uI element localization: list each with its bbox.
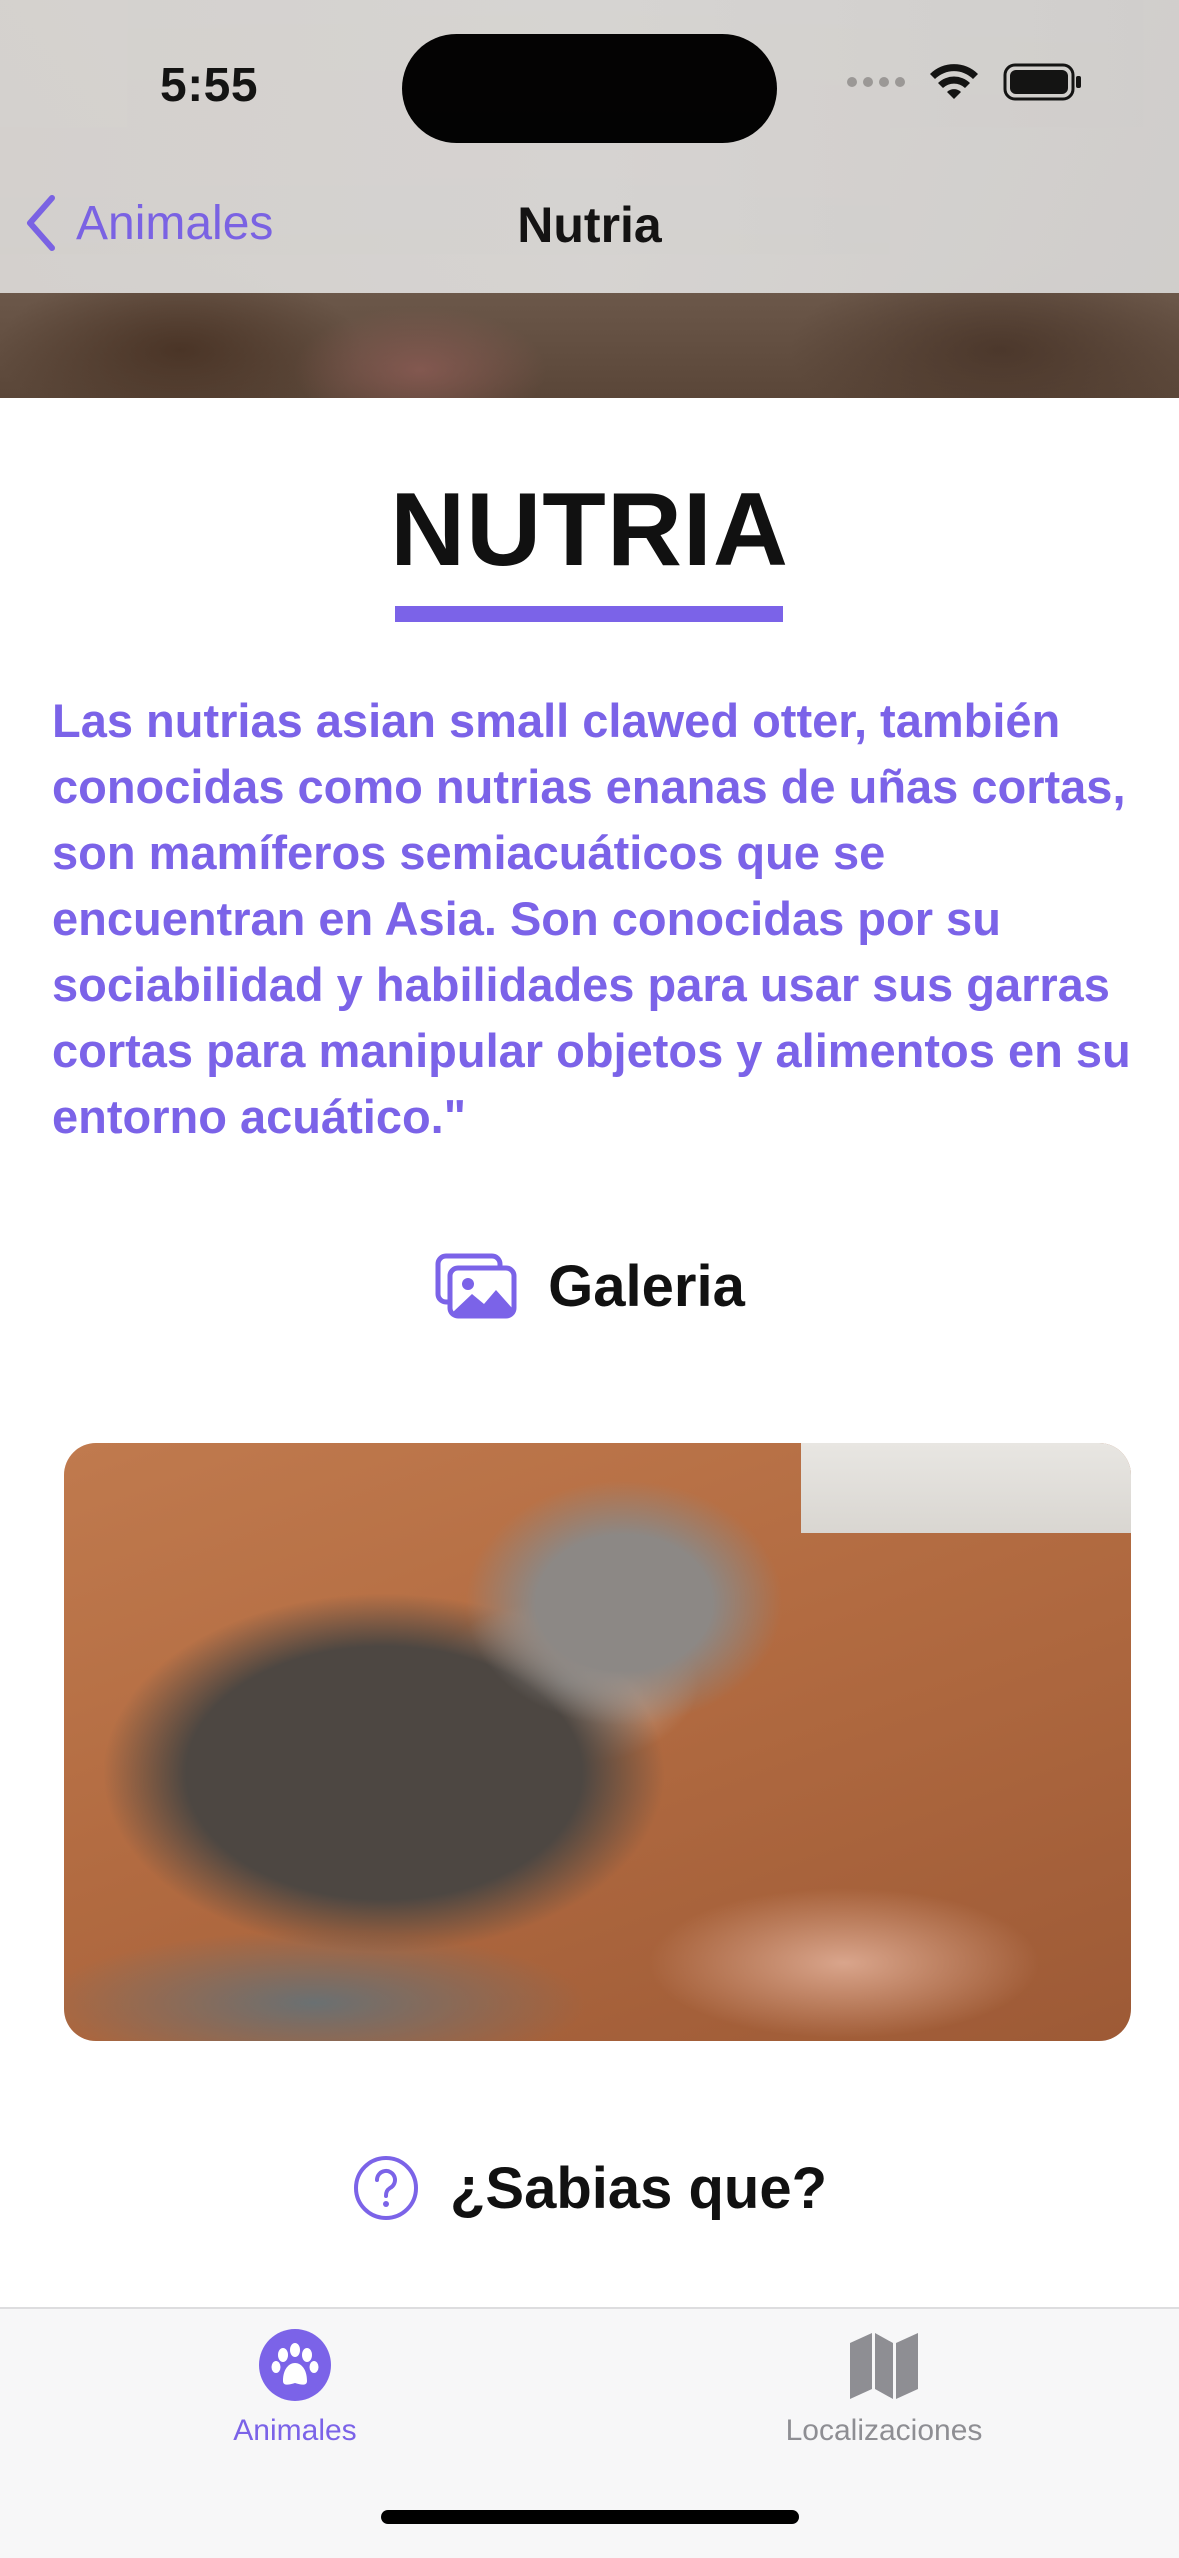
title-underline: [395, 606, 783, 622]
home-indicator: [381, 2510, 799, 2524]
cellular-signal-icon: [847, 77, 905, 87]
nav-title: Nutria: [517, 197, 662, 253]
wifi-icon: [930, 64, 978, 99]
map-icon: [850, 2333, 918, 2399]
navigation-bar: 5:55 Animales Nutria: [0, 0, 1179, 293]
tab-label-animales: Animales: [233, 2414, 357, 2447]
trivia-title: ¿Sabias que?: [449, 2155, 828, 2221]
tab-animales[interactable]: Animales: [145, 2329, 445, 2448]
dynamic-island: [402, 34, 777, 143]
animal-description: Las nutrias asian small clawed otter, ta…: [52, 694, 1131, 1143]
battery-icon: [1003, 63, 1081, 101]
gallery-image[interactable]: [64, 1443, 1131, 2041]
question-circle-icon: [353, 2156, 418, 2220]
gallery-title: Galeria: [548, 1253, 745, 1319]
tab-localizaciones[interactable]: Localizaciones: [734, 2329, 1034, 2448]
photos-icon: [435, 1253, 517, 1319]
status-time: 5:55: [160, 59, 259, 112]
page-title: NUTRIA: [390, 472, 789, 588]
paw-icon: [259, 2329, 331, 2401]
status-icons: [847, 62, 1083, 102]
trivia-header: ¿Sabias que?: [0, 2154, 1179, 2222]
tab-label-localizaciones: Localizaciones: [785, 2414, 983, 2447]
gallery-header: Galeria: [0, 1252, 1179, 1320]
